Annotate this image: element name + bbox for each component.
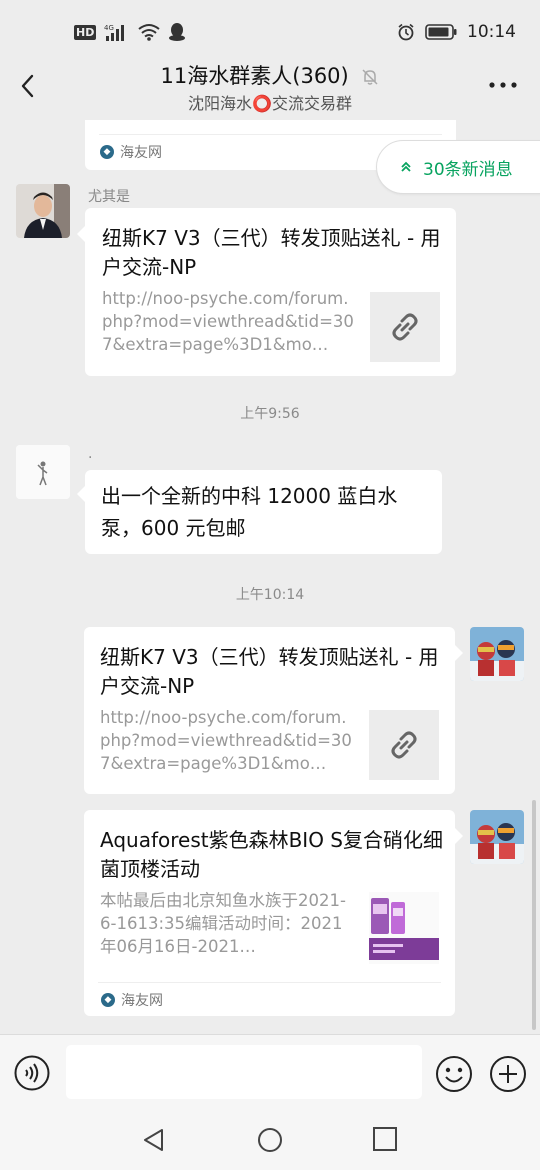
avatar-ski-photo — [470, 627, 524, 681]
qq-icon — [169, 23, 186, 41]
card-title: 纽斯K7 V3（三代）转发顶贴送礼 - 用户交流-NP — [100, 645, 439, 698]
text-message-bubble[interactable]: 出一个全新的中科 12000 蓝白水泵，600 元包邮 — [77, 470, 442, 554]
nav-home-button[interactable] — [256, 1126, 284, 1154]
status-icons-left: HD 4G — [74, 22, 186, 42]
card-source: ◆ 海友网 — [100, 142, 162, 162]
chat-subtitle: 沈阳海水⭕交流交易群 — [188, 94, 352, 113]
timestamp: 上午10:14 — [235, 587, 305, 603]
sender-name: 尤其是 — [88, 189, 130, 205]
voice-input-button[interactable] — [14, 1055, 50, 1091]
my-avatar[interactable] — [470, 810, 524, 864]
card-source: ◆ 海友网 — [101, 990, 163, 1010]
my-avatar[interactable] — [470, 627, 524, 681]
source-logo-icon: ◆ — [100, 145, 114, 159]
link-thumbnail — [369, 710, 439, 780]
more-options-button[interactable] — [488, 80, 518, 90]
status-icons-right: 10:14 — [397, 22, 516, 42]
link-chain-icon — [391, 731, 417, 759]
avatar-ski-photo — [470, 810, 524, 864]
chat-title-row: 11海水群素人(360) — [0, 60, 540, 90]
battery-icon — [425, 24, 457, 40]
clock: 10:14 — [467, 22, 516, 42]
wifi-icon — [138, 24, 160, 41]
new-messages-button[interactable]: 30条新消息 — [376, 140, 540, 194]
nav-recents-button[interactable] — [372, 1126, 398, 1152]
link-card[interactable]: Aquaforest紫色森林BIO S复合硝化细菌顶楼活动 本帖最后由北京知鱼水… — [84, 810, 463, 1016]
card-source-label: 海友网 — [121, 993, 163, 1009]
product-thumbnail — [369, 892, 439, 964]
double-chevron-up-icon — [401, 161, 411, 172]
link-card[interactable]: 纽斯K7 V3（三代）转发顶贴送礼 - 用户交流-NP http://noo-p… — [77, 208, 456, 376]
svg-text:4G: 4G — [104, 24, 114, 32]
chat-title: 11海水群素人(360) — [160, 64, 349, 88]
product-bottles-image — [369, 892, 439, 964]
card-description: http://noo-psyche.com/forum.php?mod=view… — [102, 289, 354, 354]
card-title: Aquaforest紫色森林BIO S复合硝化细菌顶楼活动 — [100, 828, 443, 881]
new-messages-label: 30条新消息 — [423, 159, 513, 180]
message-input[interactable] — [66, 1045, 422, 1099]
avatar-person-photo — [16, 184, 70, 238]
scrollbar[interactable] — [532, 800, 536, 1030]
card-source-label: 海友网 — [120, 145, 162, 161]
input-bar — [0, 1034, 540, 1110]
avatar[interactable] — [16, 184, 70, 238]
card-divider — [99, 134, 442, 135]
more-actions-plus-button[interactable] — [489, 1055, 527, 1093]
card-description: 本帖最后由北京知鱼水族于2021-6-1613:35编辑活动时间：2021年06… — [100, 891, 346, 956]
nav-back-button[interactable] — [140, 1126, 168, 1154]
message-list[interactable]: ◆ 海友网 尤其是 纽斯K7 V3（三代）转发顶贴送礼 - 用户交流-NP ht… — [0, 120, 540, 1034]
link-thumbnail — [370, 292, 440, 362]
emoji-button[interactable] — [435, 1055, 473, 1093]
mute-bell-icon — [362, 69, 378, 85]
sender-name: . — [88, 446, 93, 462]
alarm-icon — [398, 23, 414, 41]
card-divider — [98, 982, 441, 983]
card-title: 纽斯K7 V3（三代）转发顶贴送礼 - 用户交流-NP — [102, 226, 441, 279]
system-navigation-bar — [0, 1110, 540, 1170]
timestamp: 上午9:56 — [240, 406, 300, 422]
source-logo-icon: ◆ — [101, 993, 115, 1007]
signal-icon: 4G — [104, 24, 125, 41]
avatar-figure-icon — [16, 445, 70, 499]
link-chain-icon — [392, 313, 418, 341]
link-card[interactable]: 纽斯K7 V3（三代）转发顶贴送礼 - 用户交流-NP http://noo-p… — [84, 627, 463, 794]
card-description: http://noo-psyche.com/forum.php?mod=view… — [100, 708, 352, 773]
avatar[interactable] — [16, 445, 70, 499]
hd-badge: HD — [74, 24, 97, 40]
chat-header: 11海水群素人(360) 沈阳海水⭕交流交易群 — [0, 56, 540, 120]
